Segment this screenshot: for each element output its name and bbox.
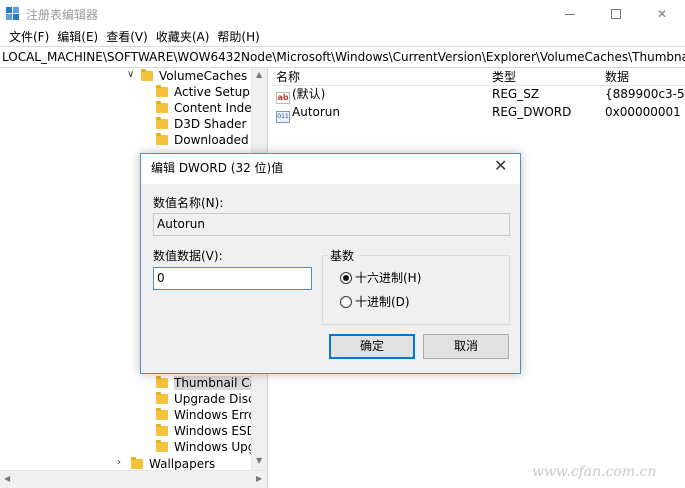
folder-icon bbox=[156, 101, 168, 113]
value-row-default[interactable]: ab (默认) REG_SZ {889900c3-59 bbox=[272, 85, 685, 104]
expand-chevron-icon[interactable]: ∨ bbox=[127, 69, 134, 80]
column-data[interactable]: 数据 bbox=[605, 68, 629, 86]
address-bar[interactable]: LOCAL_MACHINE\SOFTWARE\WOW6432Node\Micro… bbox=[0, 46, 685, 68]
value-name: (默认) bbox=[292, 87, 326, 101]
folder-icon bbox=[156, 376, 168, 388]
minimize-icon bbox=[565, 13, 575, 15]
menu-file[interactable]: 文件(F) bbox=[5, 28, 53, 46]
folder-icon bbox=[156, 440, 168, 452]
value-row-autorun[interactable]: 011Autorun REG_DWORD 0x00000001 (1 bbox=[272, 103, 685, 123]
tree-item-volumecaches[interactable]: VolumeCaches bbox=[141, 68, 247, 84]
folder-icon bbox=[156, 392, 168, 404]
value-name-label: 数值名称(N): bbox=[153, 196, 224, 210]
tree-item[interactable]: Windows ESD i bbox=[156, 423, 263, 439]
tree-horizontal-scrollbar[interactable]: ◀ ▶ bbox=[0, 470, 267, 488]
window-title: 注册表编辑器 bbox=[26, 8, 99, 22]
folder-icon bbox=[156, 133, 168, 145]
edit-dword-dialog: 编辑 DWORD (32 位)值 ✕ 数值名称(N): Autorun 数值数据… bbox=[140, 153, 521, 374]
base-label: 基数 bbox=[328, 247, 357, 264]
folder-icon bbox=[156, 117, 168, 129]
tree-item[interactable]: Downloaded P bbox=[156, 132, 260, 148]
radio-decimal[interactable]: 十进制(D) bbox=[340, 294, 410, 310]
value-name: Autorun bbox=[292, 105, 341, 119]
scroll-right-icon[interactable]: ▶ bbox=[256, 474, 262, 483]
value-type: REG_DWORD bbox=[492, 105, 572, 119]
regedit-app-icon bbox=[6, 7, 20, 21]
close-button[interactable]: ✕ bbox=[639, 0, 685, 28]
dialog-title: 编辑 DWORD (32 位)值 bbox=[151, 161, 284, 175]
menu-edit[interactable]: 编辑(E) bbox=[53, 28, 102, 46]
folder-icon bbox=[156, 85, 168, 97]
value-data: 0x00000001 (1 bbox=[605, 105, 685, 119]
watermark: www.cfan.com.cn bbox=[532, 464, 657, 480]
minimize-button[interactable] bbox=[547, 0, 593, 28]
cancel-button[interactable]: 取消 bbox=[423, 334, 509, 359]
value-data-label: 数值数据(V): bbox=[153, 249, 223, 263]
ok-button[interactable]: 确定 bbox=[329, 334, 415, 359]
menu-bar: 文件(F) 编辑(E) 查看(V) 收藏夹(A) 帮助(H) bbox=[0, 28, 685, 46]
radio-selected-icon bbox=[340, 272, 352, 284]
dialog-body: 数值名称(N): Autorun 数值数据(V): 0 基数 十六进制(H) 十… bbox=[141, 184, 520, 373]
column-type[interactable]: 类型 bbox=[492, 68, 516, 86]
list-header: 名称 类型 数据 bbox=[272, 68, 685, 86]
maximize-icon bbox=[611, 9, 621, 19]
menu-view[interactable]: 查看(V) bbox=[102, 28, 152, 46]
maximize-button[interactable] bbox=[593, 0, 639, 28]
radio-hexadecimal[interactable]: 十六进制(H) bbox=[340, 270, 421, 286]
column-name[interactable]: 名称 bbox=[276, 68, 300, 86]
value-type: REG_SZ bbox=[492, 87, 540, 101]
menu-favorites[interactable]: 收藏夹(A) bbox=[152, 28, 214, 46]
dialog-close-icon[interactable]: ✕ bbox=[494, 157, 507, 175]
radio-unselected-icon bbox=[340, 296, 352, 308]
tree-item[interactable]: Windows Error bbox=[156, 407, 261, 423]
collapsed-chevron-icon[interactable]: › bbox=[117, 457, 121, 468]
tree-item[interactable]: Active Setup Te bbox=[156, 84, 266, 100]
folder-icon bbox=[156, 424, 168, 436]
value-data: {889900c3-59 bbox=[605, 87, 685, 101]
scroll-left-icon[interactable]: ◀ bbox=[4, 474, 10, 483]
folder-icon bbox=[156, 408, 168, 420]
value-data-input[interactable]: 0 bbox=[153, 267, 312, 290]
folder-icon bbox=[131, 457, 143, 469]
tree-item[interactable]: Windows Upgr bbox=[156, 439, 260, 455]
tree-item[interactable]: Upgrade Disca bbox=[156, 391, 262, 407]
tree-item[interactable]: Content Indexe bbox=[156, 100, 266, 116]
tree-item-thumbnail-cache[interactable]: Thumbnail Cac bbox=[156, 375, 264, 391]
scroll-up-icon[interactable]: ▲ bbox=[256, 70, 262, 79]
binary-value-icon: 011 bbox=[276, 111, 290, 123]
tree-item[interactable]: D3D Shader Ca bbox=[156, 116, 266, 132]
menu-help[interactable]: 帮助(H) bbox=[213, 28, 263, 46]
folder-icon bbox=[141, 69, 153, 81]
title-bar: 注册表编辑器 ✕ bbox=[0, 0, 685, 28]
base-groupbox bbox=[322, 255, 510, 325]
value-name-field: Autorun bbox=[153, 213, 510, 236]
close-icon: ✕ bbox=[656, 7, 668, 21]
scroll-down-icon[interactable]: ▼ bbox=[256, 456, 262, 465]
